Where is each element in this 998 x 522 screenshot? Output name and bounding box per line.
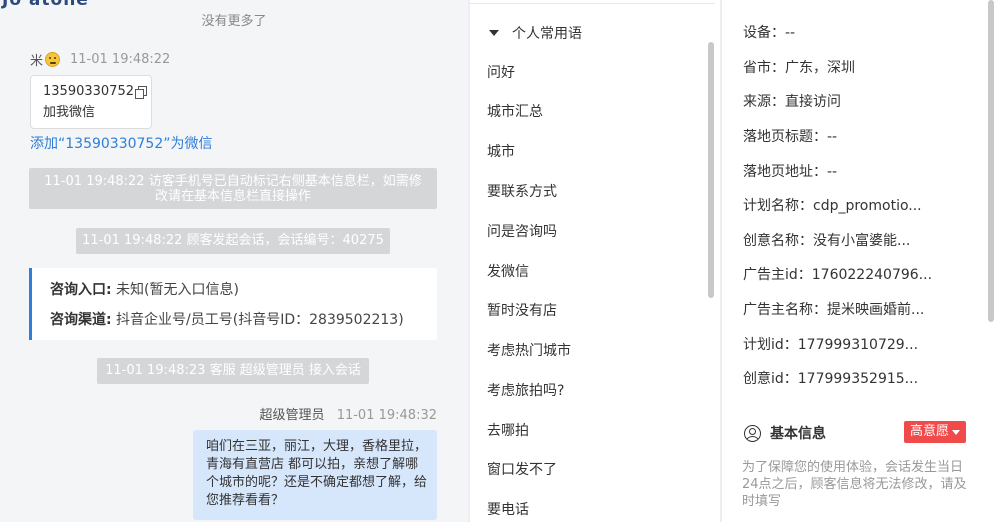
phrase-item[interactable]: 问是咨询吗 xyxy=(487,221,557,241)
system-message-phone-marked: 11-01 19:48:22 访客手机号已自动标记右侧基本信息栏，如需修改请在基… xyxy=(29,168,437,209)
phrase-item[interactable]: 要电话 xyxy=(487,499,529,519)
info-plan-name: 计划名称：cdp_promotio... xyxy=(743,198,922,214)
phrase-group-toggle[interactable]: 个人常用语 xyxy=(489,23,582,43)
phrases-scrollbar[interactable] xyxy=(708,42,714,298)
entry-label: 咨询入口: xyxy=(50,282,112,298)
phrase-item[interactable]: 城市 xyxy=(487,141,515,161)
consult-entry-box: 咨询入口: 未知(暂无入口信息) 咨询渠道: 抖音企业号/员工号(抖音号ID：2… xyxy=(29,268,437,340)
basic-info-header: 基本信息 xyxy=(744,423,826,443)
info-scrollbar[interactable] xyxy=(988,0,994,322)
wechat-card[interactable]: 13590330752 加我微信 xyxy=(30,75,152,129)
phrase-item[interactable]: 城市汇总 xyxy=(487,101,543,121)
channel-label: 咨询渠道: xyxy=(50,312,112,328)
copy-icon[interactable] xyxy=(134,86,147,99)
card-phone: 13590330752 xyxy=(43,84,134,99)
caret-down-icon xyxy=(489,30,499,36)
customer-info-panel: 设备：-- 省市：广东，深圳 来源：直接访问 落地页标题：-- 落地页地址：--… xyxy=(722,0,998,522)
info-creative-id: 创意id：177999352915... xyxy=(743,371,919,387)
phrase-item[interactable]: 要联系方式 xyxy=(487,181,557,201)
intent-value: 高意愿 xyxy=(910,424,950,439)
agent-message-bubble: 咱们在三亚，丽江，大理，香格里拉，青海有直营店 都可以拍，亲想了解哪个城市的呢？… xyxy=(193,430,437,520)
info-plan-id: 计划id：177999310729... xyxy=(743,337,919,353)
top-divider xyxy=(470,3,715,4)
common-phrases-panel: 个人常用语 问好 城市汇总 城市 要联系方式 问是咨询吗 发微信 暂时没有店 考… xyxy=(470,0,720,522)
visitor-emoji-icon xyxy=(45,52,61,67)
intent-dropdown[interactable]: 高意愿 xyxy=(904,421,967,443)
info-creative-name: 创意名称：没有小富婆能... xyxy=(743,233,911,249)
agent-time: 11-01 19:48:32 xyxy=(336,408,437,423)
info-landing-url: 落地页地址：-- xyxy=(743,164,838,180)
info-landing-title: 落地页标题：-- xyxy=(743,129,838,145)
no-more-label: 没有更多了 xyxy=(201,14,267,29)
visitor-name: 米 xyxy=(30,54,44,69)
agent-header: 超级管理员 11-01 19:48:32 xyxy=(260,404,437,423)
visitor-header: 米 11-01 19:48:22 xyxy=(30,50,170,69)
clipped-header-text: Jo atone xyxy=(2,0,89,10)
channel-value: 抖音企业号/员工号(抖音号ID：2839502213) xyxy=(111,312,404,328)
info-province-city: 省市：广东，深圳 xyxy=(743,60,855,76)
add-wechat-link[interactable]: 添加“13590330752”为微信 xyxy=(30,133,213,153)
user-circle-icon xyxy=(744,424,761,442)
phrase-item[interactable]: 问好 xyxy=(487,62,515,82)
edit-notice: 为了保障您的使用体验，会话发生当日24点之后，顾客信息将无法修改，请及时填写 xyxy=(742,460,967,509)
phrase-item[interactable]: 发微信 xyxy=(487,261,529,281)
phrase-item[interactable]: 窗口发不了 xyxy=(487,459,557,479)
system-message-session-start: 11-01 19:48:22 顾客发起会话，会话编号：40275 xyxy=(76,228,390,254)
entry-value: 未知(暂无入口信息) xyxy=(111,282,239,298)
caret-down-icon xyxy=(952,429,961,435)
agent-name: 超级管理员 xyxy=(259,408,325,423)
phrase-item[interactable]: 去哪拍 xyxy=(487,420,529,440)
phrase-group-title: 个人常用语 xyxy=(512,26,582,42)
phrase-item[interactable]: 暂时没有店 xyxy=(487,300,557,320)
info-advertiser-name: 广告主名称：提米映画婚前... xyxy=(743,302,925,318)
info-device: 设备：-- xyxy=(743,25,796,41)
visitor-time: 11-01 19:48:22 xyxy=(70,52,171,67)
card-label: 加我微信 xyxy=(43,105,96,120)
phrase-item[interactable]: 考虑旅拍吗? xyxy=(487,380,564,400)
phrase-item[interactable]: 考虑热门城市 xyxy=(487,340,571,360)
system-message-agent-joined: 11-01 19:48:23 客服 超级管理员 接入会话 xyxy=(97,358,369,384)
chat-panel: Jo atone 没有更多了 米 11-01 19:48:22 13590330… xyxy=(0,0,468,522)
info-advertiser-id: 广告主id：176022240796... xyxy=(743,267,933,283)
info-source: 来源：直接访问 xyxy=(743,94,841,110)
basic-info-title: 基本信息 xyxy=(770,426,826,442)
